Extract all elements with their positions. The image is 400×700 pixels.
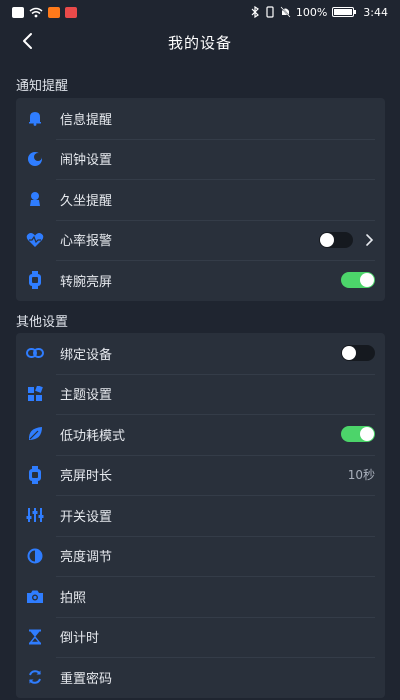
bind-device-toggle[interactable] [341, 345, 375, 362]
clock-time: 3:44 [363, 5, 388, 19]
list-item-label: 重置密码 [60, 671, 113, 687]
mail-notification-icon [65, 6, 77, 18]
leaf-icon [26, 425, 44, 443]
list-item-label: 久坐提醒 [60, 193, 113, 209]
bluetooth-icon [251, 6, 259, 18]
reset-icon [26, 668, 44, 686]
list-item-label: 绑定设备 [60, 347, 113, 363]
list-item-low-power-mode[interactable]: 低功耗模式 [16, 414, 385, 455]
status-bar-left [12, 6, 77, 18]
notification-alert-icon [12, 6, 24, 18]
other-settings-card: 绑定设备 主题设置 低功耗模式 亮屏时长 10秒 开关设置 亮度调节 拍照 倒计… [16, 333, 385, 698]
list-item-theme-settings[interactable]: 主题设置 [16, 373, 385, 415]
heart-rate-alarm-toggle[interactable] [319, 231, 353, 248]
list-item-label: 拍照 [60, 590, 87, 606]
hourglass-icon [26, 628, 44, 646]
link-icon [26, 344, 44, 362]
list-item-label: 亮度调节 [60, 550, 113, 566]
list-item-bind-device[interactable]: 绑定设备 [16, 333, 385, 374]
mute-bell-icon [280, 6, 291, 18]
list-item-take-photo[interactable]: 拍照 [16, 576, 385, 617]
list-item-alarm-settings[interactable]: 闹钟设置 [16, 138, 385, 180]
heart-rate-icon [26, 231, 44, 249]
list-item-screen-on-duration[interactable]: 亮屏时长 10秒 [16, 454, 385, 496]
camera-icon [26, 587, 44, 605]
list-item-reset-password[interactable]: 重置密码 [16, 657, 385, 698]
list-item-heart-rate-alarm[interactable]: 心率报警 [16, 219, 385, 261]
status-bar-right: 100% 3:44 [250, 6, 388, 19]
alarm-moon-icon [26, 150, 44, 168]
page-title: 我的设备 [167, 33, 232, 52]
list-item-brightness[interactable]: 亮度调节 [16, 535, 385, 577]
low-power-mode-toggle[interactable] [341, 426, 375, 443]
theme-grid-icon [26, 385, 44, 403]
list-item-message-reminder[interactable]: 信息提醒 [16, 98, 385, 139]
notifications-card: 信息提醒 闹钟设置 久坐提醒 心率报警 转腕亮屏 [16, 98, 385, 301]
list-item-label: 信息提醒 [60, 112, 113, 128]
list-item-label: 亮屏时长 [60, 469, 113, 485]
section-title-other: 其他设置 [16, 315, 69, 330]
chevron-left-icon [23, 33, 32, 49]
wifi-icon [29, 7, 43, 17]
back-button[interactable] [14, 28, 40, 54]
list-item-label: 倒计时 [60, 631, 100, 647]
battery-percentage: 100% [295, 5, 328, 19]
raise-to-wake-toggle[interactable] [341, 272, 375, 289]
section-title-notifications: 通知提醒 [16, 79, 69, 94]
chevron-right-icon[interactable] [363, 233, 375, 247]
list-item-raise-to-wake[interactable]: 转腕亮屏 [16, 260, 385, 301]
list-item-switch-settings[interactable]: 开关设置 [16, 495, 385, 536]
app-notification-icon [48, 6, 60, 18]
top-bar: 我的设备 [0, 24, 400, 60]
sliders-icon [26, 506, 44, 524]
watch-icon [26, 271, 44, 290]
list-item-label: 闹钟设置 [60, 153, 113, 169]
list-item-label: 开关设置 [60, 509, 113, 525]
brightness-icon [26, 547, 44, 565]
list-item-sedentary-reminder[interactable]: 久坐提醒 [16, 179, 385, 220]
sitting-person-icon [26, 190, 44, 208]
screen-on-duration-value: 10秒 [347, 468, 375, 483]
list-item-label: 转腕亮屏 [60, 274, 113, 290]
status-bar: 100% 3:44 [0, 0, 400, 24]
list-item-label: 低功耗模式 [60, 428, 126, 444]
list-item-label: 主题设置 [60, 388, 113, 404]
battery-icon [332, 7, 357, 17]
vibrate-icon [266, 6, 274, 18]
bell-icon [26, 109, 44, 127]
watch-screen-icon [26, 465, 44, 484]
list-item-label: 心率报警 [60, 234, 113, 250]
list-item-countdown[interactable]: 倒计时 [16, 616, 385, 658]
